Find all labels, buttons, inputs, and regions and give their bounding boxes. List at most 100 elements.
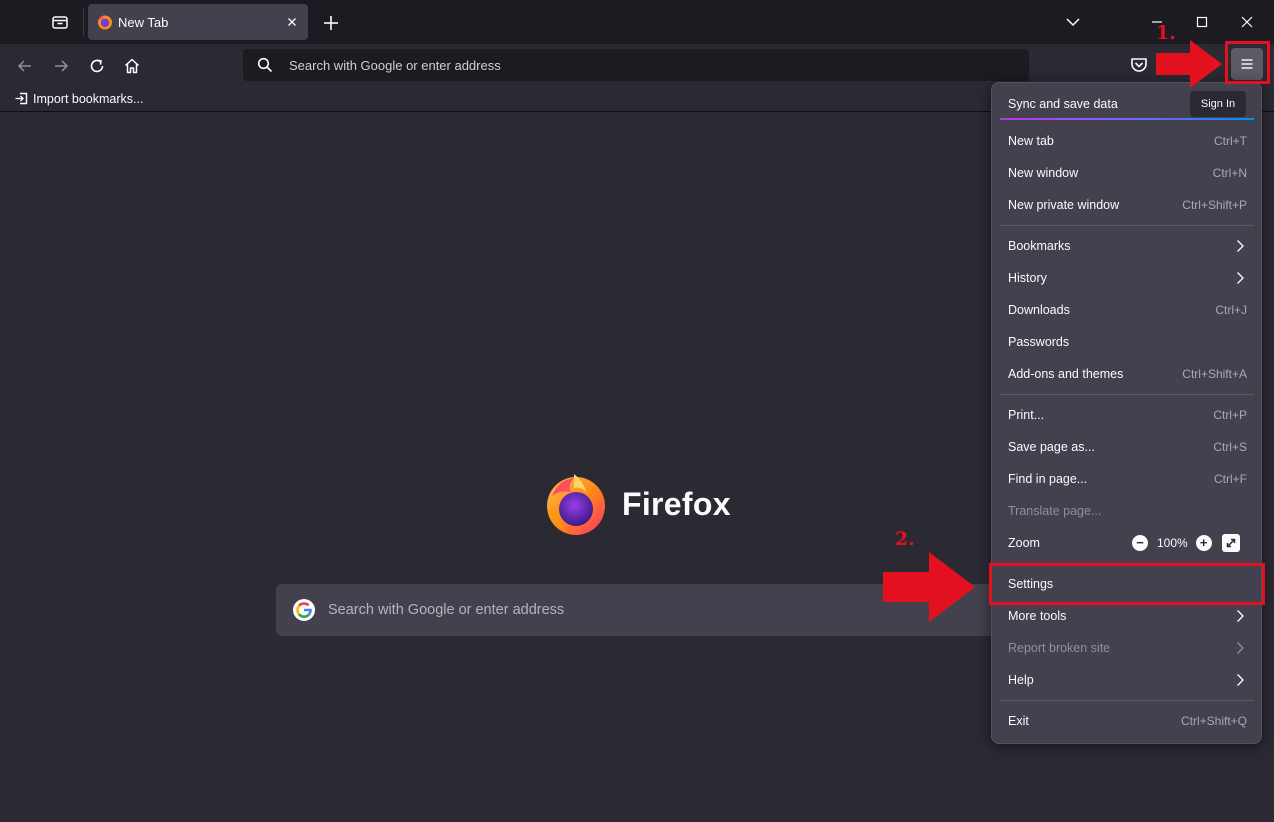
plus-icon[interactable] bbox=[318, 10, 344, 36]
menu-item-addons-themes[interactable]: Add-ons and themes Ctrl+Shift+A bbox=[992, 358, 1261, 390]
menu-item-label: Exit bbox=[1008, 714, 1029, 728]
maximize-icon bbox=[1196, 16, 1208, 28]
menu-item-shortcut: Ctrl+T bbox=[1214, 134, 1247, 148]
tab-new-tab[interactable]: New Tab bbox=[88, 4, 308, 40]
menu-item-shortcut: Ctrl+Shift+P bbox=[1182, 198, 1247, 212]
menu-item-shortcut: Ctrl+N bbox=[1212, 166, 1247, 180]
chevron-right-icon bbox=[1237, 240, 1244, 252]
tab-strip: New Tab bbox=[0, 0, 1274, 44]
back-arrow-icon bbox=[17, 60, 31, 72]
firefox-icon bbox=[98, 15, 112, 30]
chevron-right-icon bbox=[1237, 610, 1244, 622]
menu-item-label: Downloads bbox=[1008, 303, 1070, 317]
zoom-out-button[interactable]: − bbox=[1132, 535, 1148, 551]
tab-divider bbox=[83, 8, 84, 36]
pocket-icon[interactable] bbox=[1128, 54, 1150, 76]
zoom-controls: − 100% + bbox=[1132, 533, 1240, 553]
menu-item-save-page[interactable]: Save page as... Ctrl+S bbox=[992, 431, 1261, 463]
close-icon bbox=[1241, 16, 1253, 28]
chevron-right-icon bbox=[1237, 272, 1244, 284]
menu-item-shortcut: Ctrl+F bbox=[1214, 472, 1247, 486]
maximize-button[interactable] bbox=[1187, 8, 1217, 36]
tab-list-icon bbox=[52, 16, 68, 29]
menu-item-help[interactable]: Help bbox=[992, 664, 1261, 696]
reload-button[interactable] bbox=[83, 52, 111, 80]
menu-item-new-private-window[interactable]: New private window Ctrl+Shift+P bbox=[992, 189, 1261, 221]
menu-item-print[interactable]: Print... Ctrl+P bbox=[992, 399, 1261, 431]
fullscreen-icon bbox=[1226, 538, 1235, 548]
forward-button[interactable] bbox=[47, 52, 75, 80]
menu-item-downloads[interactable]: Downloads Ctrl+J bbox=[992, 294, 1261, 326]
step1-highlight-box bbox=[1225, 41, 1270, 84]
google-icon bbox=[293, 599, 315, 621]
chevron-right-icon bbox=[1237, 642, 1244, 654]
search-icon bbox=[257, 57, 273, 73]
menu-item-bookmarks[interactable]: Bookmarks bbox=[992, 230, 1261, 262]
back-button[interactable] bbox=[11, 52, 39, 80]
firefox-logo-icon bbox=[547, 474, 605, 535]
close-icon[interactable] bbox=[284, 14, 300, 30]
menu-item-shortcut: Ctrl+P bbox=[1213, 408, 1247, 422]
step1-arrow-icon bbox=[1156, 40, 1222, 88]
url-bar[interactable]: Search with Google or enter address bbox=[243, 49, 1029, 81]
menu-item-label: History bbox=[1008, 271, 1047, 285]
step2-highlight-box bbox=[989, 563, 1265, 605]
menu-item-shortcut: Ctrl+J bbox=[1215, 303, 1247, 317]
import-bookmarks-button[interactable]: Import bookmarks... bbox=[14, 91, 143, 106]
zoom-in-button[interactable]: + bbox=[1195, 535, 1212, 551]
sync-label: Sync and save data bbox=[1008, 97, 1118, 111]
import-icon bbox=[15, 92, 28, 105]
home-button[interactable] bbox=[118, 52, 146, 80]
menu-item-label: Passwords bbox=[1008, 335, 1070, 349]
menu-item-label: Zoom bbox=[1008, 536, 1040, 550]
menu-item-label: New private window bbox=[1008, 198, 1120, 212]
menu-item-shortcut: Ctrl+S bbox=[1213, 440, 1247, 454]
menu-item-find-in-page[interactable]: Find in page... Ctrl+F bbox=[992, 463, 1261, 495]
sync-gradient-line bbox=[1000, 118, 1254, 120]
menu-item-label: Report broken site bbox=[1008, 641, 1111, 655]
home-icon bbox=[124, 58, 140, 74]
step2-number: 2. bbox=[895, 528, 915, 550]
forward-arrow-icon bbox=[55, 60, 69, 72]
menu-item-new-tab[interactable]: New tab Ctrl+T bbox=[992, 125, 1261, 157]
import-bookmarks-label: Import bookmarks... bbox=[33, 91, 144, 106]
menu-item-label: New window bbox=[1008, 166, 1079, 180]
menu-item-label: Save page as... bbox=[1008, 440, 1095, 454]
menu-item-shortcut: Ctrl+Shift+A bbox=[1182, 367, 1247, 381]
close-window-button[interactable] bbox=[1232, 8, 1262, 36]
menu-item-exit[interactable]: Exit Ctrl+Shift+Q bbox=[992, 705, 1261, 737]
chevron-down-icon bbox=[1066, 18, 1080, 27]
firefox-brand: Firefox bbox=[544, 472, 744, 538]
menu-separator bbox=[1000, 394, 1254, 395]
menu-item-translate-page: Translate page... bbox=[992, 495, 1261, 527]
menu-item-label: More tools bbox=[1008, 609, 1067, 623]
firefox-wordmark: Firefox bbox=[622, 486, 731, 522]
tab-list-button[interactable] bbox=[40, 6, 80, 38]
menu-separator bbox=[1000, 700, 1254, 701]
menu-item-label: Add-ons and themes bbox=[1008, 367, 1124, 381]
chevron-right-icon bbox=[1237, 674, 1244, 686]
menu-item-zoom: Zoom − 100% + bbox=[992, 527, 1261, 559]
menu-item-label: Find in page... bbox=[1008, 472, 1088, 486]
menu-item-history[interactable]: History bbox=[992, 262, 1261, 294]
menu-item-label: Print... bbox=[1008, 408, 1045, 422]
list-all-tabs-button[interactable] bbox=[1058, 8, 1088, 36]
menu-item-label: Bookmarks bbox=[1008, 239, 1071, 253]
fullscreen-button[interactable] bbox=[1221, 534, 1240, 552]
tab-title: New Tab bbox=[118, 15, 169, 30]
menu-item-passwords[interactable]: Passwords bbox=[992, 326, 1261, 358]
zoom-level[interactable]: 100% bbox=[1157, 536, 1188, 550]
menu-item-label: New tab bbox=[1008, 134, 1054, 148]
url-bar-placeholder: Search with Google or enter address bbox=[289, 58, 501, 73]
menu-item-shortcut: Ctrl+Shift+Q bbox=[1180, 714, 1247, 728]
app-menu-panel: Sync and save data Sign In New tab Ctrl+… bbox=[991, 82, 1262, 744]
newtab-search-placeholder: Search with Google or enter address bbox=[328, 602, 565, 618]
menu-item-label: Help bbox=[1008, 673, 1034, 687]
sign-in-button[interactable]: Sign In bbox=[1190, 91, 1246, 117]
sync-row[interactable]: Sync and save data Sign In bbox=[992, 89, 1261, 121]
reload-icon bbox=[90, 59, 104, 73]
menu-item-report-broken-site: Report broken site bbox=[992, 632, 1261, 664]
menu-item-label: Translate page... bbox=[1008, 504, 1102, 518]
menu-item-new-window[interactable]: New window Ctrl+N bbox=[992, 157, 1261, 189]
menu-separator bbox=[1000, 225, 1254, 226]
